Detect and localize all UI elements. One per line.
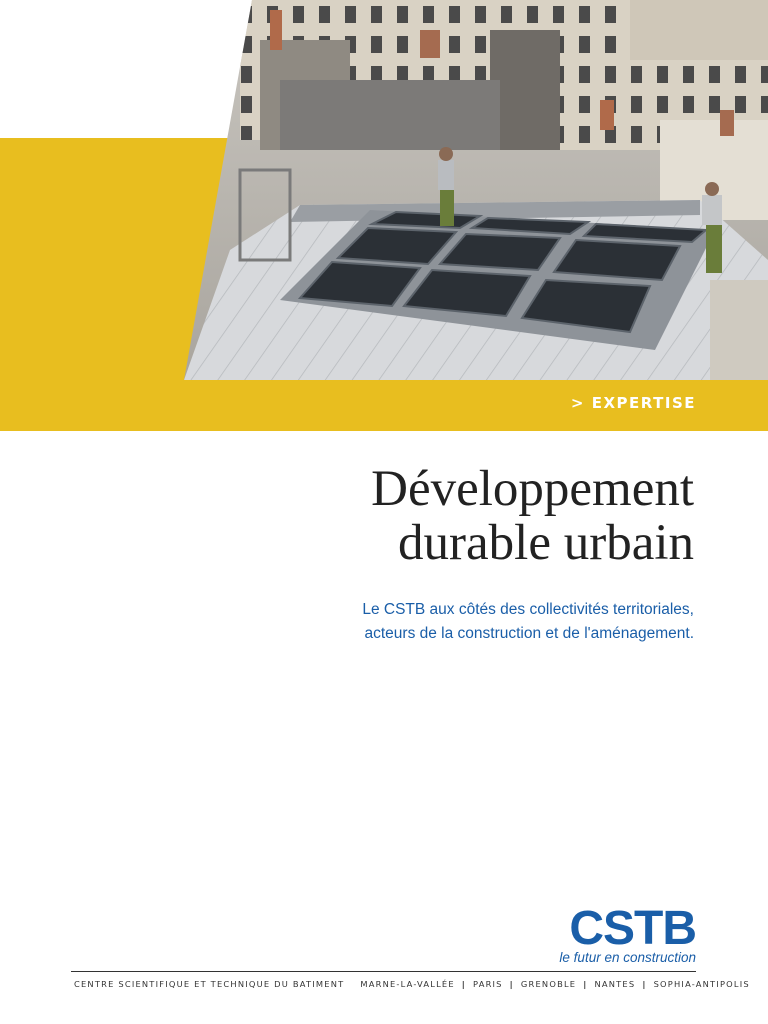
footer: CENTRE SCIENTIFIQUE ET TECHNIQUE DU BATI… xyxy=(74,979,749,989)
footer-separator: | xyxy=(583,979,588,989)
footer-separator: | xyxy=(509,979,514,989)
section-tag: > EXPERTISE xyxy=(570,394,696,412)
page-title: Développement durable urbain xyxy=(371,462,694,570)
subtitle-line: Le CSTB aux côtés des collectivités terr… xyxy=(362,601,694,618)
title-line: Développement xyxy=(371,461,694,517)
logo-wordmark: CSTB xyxy=(569,902,697,955)
footer-separator: | xyxy=(642,979,647,989)
footer-organization: CENTRE SCIENTIFIQUE ET TECHNIQUE DU BATI… xyxy=(74,979,345,989)
footer-location: PARIS xyxy=(473,979,503,989)
footer-location: GRENOBLE xyxy=(520,979,577,989)
footer-location: NANTES xyxy=(594,979,636,989)
footer-divider xyxy=(71,971,696,972)
logo-tagline: le futur en construction xyxy=(559,950,696,965)
subtitle: Le CSTB aux côtés des collectivités terr… xyxy=(362,598,694,646)
footer-separator: | xyxy=(461,979,467,989)
footer-location: SOPHIA-ANTIPOLIS xyxy=(653,979,750,989)
title-line: durable urbain xyxy=(398,515,694,571)
cstb-logo: CSTB le futur en construction xyxy=(559,902,697,966)
subtitle-line: acteurs de la construction et de l'aména… xyxy=(364,625,694,642)
footer-location: MARNE-LA-VALLÉE xyxy=(360,979,455,989)
